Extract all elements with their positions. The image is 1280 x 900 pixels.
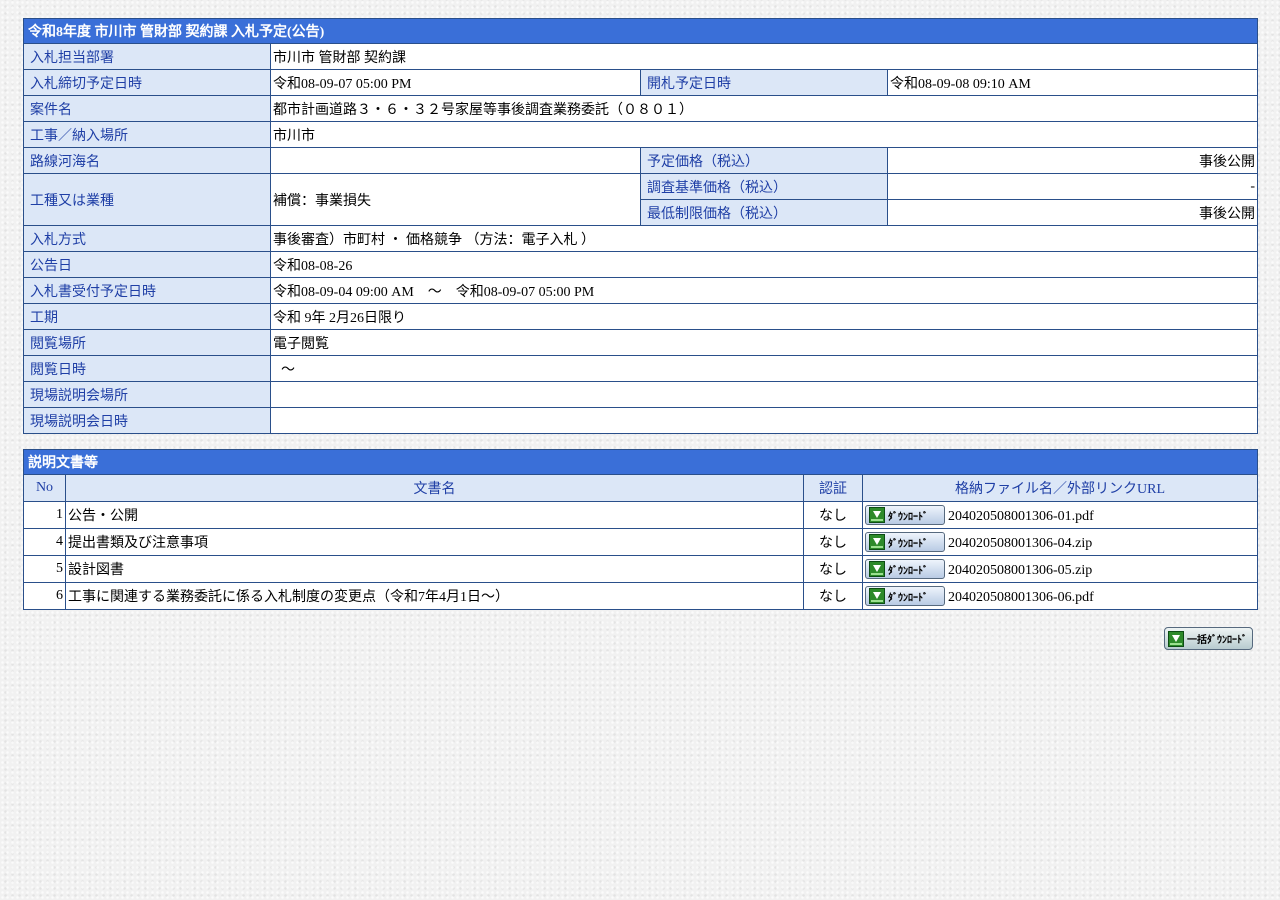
dept-label: 入札担当部署	[23, 43, 271, 70]
col-name-header: 文書名	[65, 474, 804, 502]
download-button-label: ﾀﾞｳﾝﾛｰﾄﾞ	[888, 511, 928, 523]
doc-auth: なし	[803, 528, 863, 556]
doc-auth: なし	[803, 555, 863, 583]
doc-file-cell: ﾀﾞｳﾝﾛｰﾄﾞ 204020508001306-01.pdf	[862, 501, 1258, 529]
download-icon	[869, 561, 885, 577]
download-icon	[869, 507, 885, 523]
doc-filename: 204020508001306-05.zip	[948, 563, 1093, 578]
deadline-value: 令和08-09-07 05:00 PM	[270, 69, 641, 96]
download-button[interactable]: ﾀﾞｳﾝﾛｰﾄﾞ	[865, 505, 945, 525]
location-label: 工事／納入場所	[23, 121, 271, 148]
work-period-value: 令和 9年 2月26日限り	[269, 303, 1259, 330]
bid-notice-table: 令和8年度 市川市 管財部 契約課 入札予定(公告) 入札担当部署 市川市 管財…	[22, 18, 1259, 434]
work-period-label: 工期	[23, 303, 271, 330]
bulk-download-label: 一括ﾀﾞｳﾝﾛｰﾄﾞ	[1187, 635, 1247, 646]
opening-value: 令和08-09-08 09:10 AM	[886, 69, 1259, 96]
min-price-value: 事後公開	[886, 199, 1259, 226]
planned-price-label: 予定価格（税込）	[640, 147, 888, 174]
survey-price-label: 調査基準価格（税込）	[640, 173, 888, 200]
documents-title: 説明文書等	[23, 449, 1258, 475]
doc-filename: 204020508001306-06.pdf	[948, 590, 1094, 605]
doc-name: 設計図書	[65, 555, 804, 583]
briefing-datetime-label: 現場説明会日時	[23, 407, 271, 434]
table-row: 1 公告・公開 なし ﾀﾞｳﾝﾛｰﾄﾞ 204020508001306-01.pd…	[23, 501, 1258, 529]
survey-price-value: -	[886, 173, 1259, 200]
receipt-period-value: 令和08-09-04 09:00 AM ～ 令和08-09-07 05:00 P…	[269, 277, 1259, 304]
route-label: 路線河海名	[23, 147, 271, 174]
download-button-label: ﾀﾞｳﾝﾛｰﾄﾞ	[888, 538, 928, 550]
case-name-label: 案件名	[23, 95, 271, 122]
doc-name: 工事に関連する業務委託に係る入札制度の変更点（令和7年4月1日～）	[65, 582, 804, 610]
planned-price-value: 事後公開	[886, 147, 1259, 174]
view-place-label: 閲覧場所	[23, 329, 271, 356]
col-file-header: 格納ファイル名／外部リンクURL	[862, 474, 1258, 502]
doc-auth: なし	[803, 582, 863, 610]
view-place-value: 電子閲覧	[269, 329, 1259, 356]
announce-date-value: 令和08-08-26	[269, 251, 1259, 278]
location-value: 市川市	[269, 121, 1259, 148]
download-icon	[869, 534, 885, 550]
download-button[interactable]: ﾀﾞｳﾝﾛｰﾄﾞ	[865, 559, 945, 579]
download-button-label: ﾀﾞｳﾝﾛｰﾄﾞ	[888, 592, 928, 604]
work-type-value: 補償：事業損失	[270, 173, 641, 226]
doc-file-cell: ﾀﾞｳﾝﾛｰﾄﾞ 204020508001306-04.zip	[862, 528, 1258, 556]
receipt-period-label: 入札書受付予定日時	[23, 277, 271, 304]
documents-table: 説明文書等 No 文書名 認証 格納ファイル名／外部リンクURL 1 公告・公開…	[23, 449, 1258, 610]
download-button[interactable]: ﾀﾞｳﾝﾛｰﾄﾞ	[865, 586, 945, 606]
route-value	[270, 147, 641, 174]
table-row: 6 工事に関連する業務委託に係る入札制度の変更点（令和7年4月1日～） なし ﾀ…	[23, 582, 1258, 610]
opening-label: 開札予定日時	[640, 69, 888, 96]
doc-name: 公告・公開	[65, 501, 804, 529]
work-type-label: 工種又は業種	[23, 173, 271, 226]
deadline-label: 入札締切予定日時	[23, 69, 271, 96]
method-value: 事後審査）市町村 ・ 価格競争 （方法：電子入札 ）	[269, 225, 1259, 252]
announce-date-label: 公告日	[23, 251, 271, 278]
table-row: 4 提出書類及び注意事項 なし ﾀﾞｳﾝﾛｰﾄﾞ 204020508001306-…	[23, 528, 1258, 556]
view-datetime-label: 閲覧日時	[23, 355, 271, 382]
doc-auth: なし	[803, 501, 863, 529]
min-price-label: 最低制限価格（税込）	[640, 199, 888, 226]
briefing-datetime-value	[269, 407, 1259, 434]
bulk-download-button[interactable]: 一括ﾀﾞｳﾝﾛｰﾄﾞ	[1164, 627, 1253, 650]
doc-file-cell: ﾀﾞｳﾝﾛｰﾄﾞ 204020508001306-06.pdf	[862, 582, 1258, 610]
method-label: 入札方式	[23, 225, 271, 252]
doc-filename: 204020508001306-01.pdf	[948, 509, 1094, 524]
doc-filename: 204020508001306-04.zip	[948, 536, 1093, 551]
briefing-place-label: 現場説明会場所	[23, 381, 271, 408]
notice-title: 令和8年度 市川市 管財部 契約課 入札予定(公告)	[22, 18, 1259, 44]
view-datetime-value: ～	[269, 355, 1259, 382]
doc-file-cell: ﾀﾞｳﾝﾛｰﾄﾞ 204020508001306-05.zip	[862, 555, 1258, 583]
doc-no: 6	[23, 582, 66, 610]
table-row: 5 設計図書 なし ﾀﾞｳﾝﾛｰﾄﾞ 204020508001306-05.zip	[23, 555, 1258, 583]
col-no-header: No	[23, 474, 66, 502]
doc-no: 5	[23, 555, 66, 583]
download-icon	[869, 588, 885, 604]
doc-name: 提出書類及び注意事項	[65, 528, 804, 556]
download-icon	[1168, 630, 1184, 647]
col-auth-header: 認証	[803, 474, 863, 502]
case-name-value: 都市計画道路３・６・３２号家屋等事後調査業務委託（０８０１）	[269, 95, 1259, 122]
download-button[interactable]: ﾀﾞｳﾝﾛｰﾄﾞ	[865, 532, 945, 552]
doc-no: 1	[23, 501, 66, 529]
briefing-place-value	[269, 381, 1259, 408]
download-button-label: ﾀﾞｳﾝﾛｰﾄﾞ	[888, 565, 928, 577]
doc-no: 4	[23, 528, 66, 556]
dept-value: 市川市 管財部 契約課	[269, 43, 1259, 70]
